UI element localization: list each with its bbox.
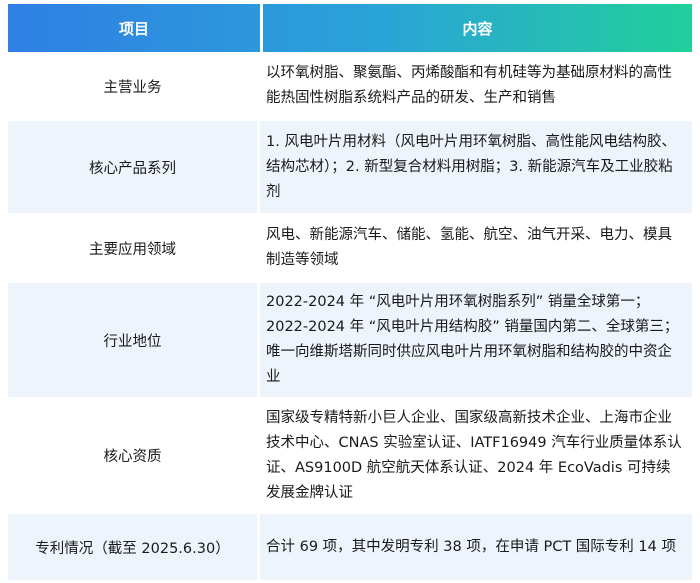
row-content: 风电、新能源汽车、储能、氢能、航空、油气开采、电力、模具制造等领域	[266, 227, 672, 268]
row-label: 主营业务	[8, 54, 260, 118]
header-item-column: 项目	[8, 4, 263, 52]
row-content: 以环氧树脂、聚氨酯、丙烯酸酯和有机硅等为基础原材料的高性能热固性树脂系统料产品的…	[266, 65, 672, 106]
row-content: 合计 69 项，其中发明专利 38 项，在申请 PCT 国际专利 14 项	[266, 538, 676, 555]
table-header: 项目 内容	[8, 4, 692, 52]
header-content-column: 内容	[462, 19, 493, 38]
table-row: 核心产品系列 1. 风电叶片用材料（风电叶片用环氧树脂、高性能风电结构胶、结构芯…	[8, 121, 692, 213]
row-content: 国家级专精特新小巨人企业、国家级高新技术企业、上海市企业技术中心、CNAS 实验…	[266, 409, 682, 501]
row-label: 核心产品系列	[8, 121, 260, 213]
info-table: 项目 内容 主营业务 以环氧树脂、聚氨酯、丙烯酸酯和有机硅等为基础原材料的高性能…	[8, 4, 692, 583]
table-row: 核心资质 国家级专精特新小巨人企业、国家级高新技术企业、上海市企业技术中心、CN…	[8, 400, 692, 511]
row-content: 2022-2024 年 “风电叶片用环氧树脂系列” 销量全球第一；2022-20…	[266, 294, 679, 385]
row-label: 主要应用领域	[8, 216, 260, 280]
table-row: 主营业务 以环氧树脂、聚氨酯、丙烯酸酯和有机硅等为基础原材料的高性能热固性树脂系…	[8, 54, 692, 118]
row-label: 专利情况（截至 2025.6.30）	[8, 514, 260, 580]
table-row: 行业地位 2022-2024 年 “风电叶片用环氧树脂系列” 销量全球第一；20…	[8, 283, 692, 397]
row-label: 行业地位	[8, 283, 260, 397]
table-row: 专利情况（截至 2025.6.30） 合计 69 项，其中发明专利 38 项，在…	[8, 514, 692, 580]
row-content: 1. 风电叶片用材料（风电叶片用环氧树脂、高性能风电结构胶、结构芯材）；2. 新…	[266, 133, 676, 200]
table-row: 主要应用领域 风电、新能源汽车、储能、氢能、航空、油气开采、电力、模具制造等领域	[8, 216, 692, 280]
row-label: 核心资质	[8, 400, 260, 511]
